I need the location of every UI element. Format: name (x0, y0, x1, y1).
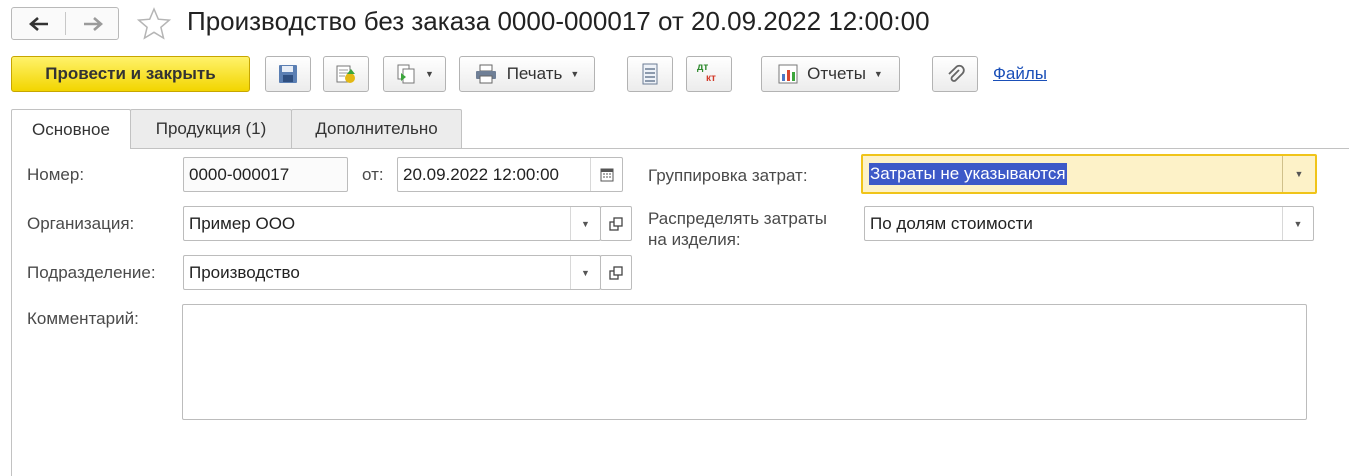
calendar-button[interactable] (590, 158, 622, 191)
date-label: от: (362, 165, 384, 184)
post-and-close-label: Провести и закрыть (45, 64, 216, 83)
tab-main-label: Основное (32, 119, 110, 139)
cost-grouping-label: Группировка затрат: (648, 166, 808, 185)
favorite-button[interactable] (136, 6, 172, 47)
tab-products-label: Продукция (1) (155, 119, 267, 138)
department-value: Производство (189, 262, 300, 282)
star-icon (136, 7, 172, 40)
dt-text: дт (697, 62, 709, 73)
department-label: Подразделение: (27, 263, 156, 282)
attachment-button[interactable] (932, 56, 978, 92)
organization-field[interactable]: Пример ООО ▼ (183, 206, 601, 241)
kt-text: кт (706, 73, 716, 84)
organization-label: Организация: (27, 214, 135, 233)
dt-kt-icon: дт кт (697, 62, 721, 86)
post-and-close-button[interactable]: Провести и закрыть (11, 56, 250, 92)
comment-label: Комментарий: (27, 309, 139, 328)
reports-label: Отчеты (807, 64, 866, 83)
distribute-dropdown-button[interactable]: ▼ (1282, 207, 1313, 240)
dt-kt-button[interactable]: дт кт (686, 56, 732, 92)
organization-open-button[interactable] (600, 206, 632, 241)
create-based-on-icon (397, 64, 415, 84)
post-icon (336, 65, 355, 83)
distribute-label-line1: Распределять затраты (648, 209, 827, 228)
post-button[interactable] (323, 56, 369, 92)
chevron-down-icon: ▼ (581, 267, 590, 278)
number-label: Номер: (27, 165, 85, 184)
chevron-down-icon: ▼ (1294, 169, 1304, 179)
print-button[interactable]: Печать ▼ (459, 56, 595, 92)
organization-dropdown-button[interactable]: ▼ (570, 207, 600, 240)
reports-button[interactable]: Отчеты ▼ (761, 56, 900, 92)
open-form-icon (609, 216, 623, 231)
calendar-icon (600, 168, 613, 182)
tab-additional[interactable]: Дополнительно (291, 109, 462, 148)
number-field[interactable]: 0000-000017 (183, 157, 348, 192)
department-field[interactable]: Производство ▼ (183, 255, 601, 290)
save-button[interactable] (265, 56, 311, 92)
create-based-on-button[interactable]: ▼ (383, 56, 446, 92)
arrow-left-icon (28, 16, 48, 31)
cost-grouping-dropdown-button[interactable]: ▼ (1282, 156, 1315, 192)
chevron-down-icon: ▼ (581, 218, 590, 229)
number-value: 0000-000017 (189, 164, 290, 184)
department-open-button[interactable] (600, 255, 632, 290)
save-icon (279, 65, 297, 83)
date-field[interactable]: 20.09.2022 12:00:00 (397, 157, 623, 192)
tab-products[interactable]: Продукция (1) (130, 109, 292, 148)
tab-divider (130, 148, 1349, 149)
list-icon (642, 63, 658, 85)
distribute-label: Распределять затраты на изделия: (648, 208, 827, 250)
department-dropdown-button[interactable]: ▼ (570, 256, 600, 289)
panel-border (11, 148, 12, 476)
attachment-icon (948, 64, 965, 82)
cost-grouping-value: Затраты не указываются (869, 163, 1067, 185)
comment-textarea[interactable] (182, 304, 1307, 420)
chevron-down-icon: ▼ (1293, 218, 1303, 229)
forward-button[interactable] (66, 8, 119, 39)
tab-main[interactable]: Основное (11, 109, 131, 149)
files-link[interactable]: Файлы (993, 64, 1047, 84)
print-label: Печать (506, 64, 563, 83)
open-form-icon (609, 265, 623, 280)
printer-icon (475, 64, 496, 84)
organization-value: Пример ООО (189, 213, 296, 233)
cost-grouping-field[interactable]: Затраты не указываются ▼ (861, 154, 1317, 194)
list-button[interactable] (627, 56, 673, 92)
distribute-label-line2: на изделия: (648, 230, 741, 249)
window-title: Производство без заказа 0000-000017 от 2… (187, 6, 930, 36)
tab-additional-label: Дополнительно (315, 119, 438, 138)
distribute-value: По долям стоимости (870, 213, 1033, 233)
reports-icon (778, 64, 798, 84)
back-button[interactable] (12, 8, 65, 39)
arrow-right-icon (83, 16, 103, 31)
date-value: 20.09.2022 12:00:00 (403, 164, 559, 184)
distribute-field[interactable]: По долям стоимости ▼ (864, 206, 1314, 241)
navigation-group (11, 7, 119, 40)
